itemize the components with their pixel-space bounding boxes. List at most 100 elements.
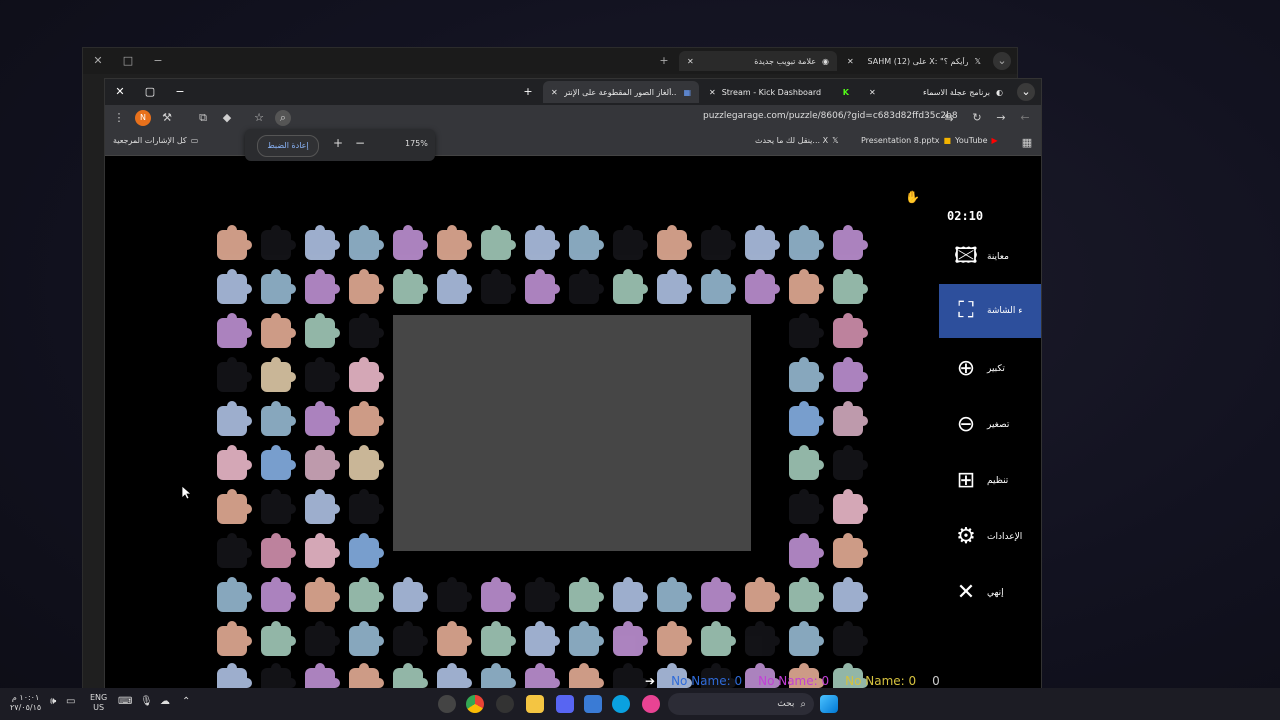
puzzle-piece[interactable] <box>789 357 824 392</box>
chrome-icon[interactable] <box>466 695 484 713</box>
monitor-icon[interactable]: ▭ <box>66 696 75 707</box>
puzzle-piece[interactable] <box>261 577 296 612</box>
puzzle-piece[interactable] <box>525 663 560 689</box>
keyboard-icon[interactable]: ⌨ <box>118 696 132 707</box>
tab-search-icon[interactable]: ⌄ <box>993 52 1011 70</box>
puzzle-piece[interactable] <box>789 269 824 304</box>
puzzle-piece[interactable] <box>349 225 384 260</box>
puzzle-piece[interactable] <box>261 401 296 436</box>
back-icon[interactable]: → <box>993 110 1009 126</box>
puzzle-piece[interactable] <box>789 445 824 480</box>
puzzle-piece[interactable] <box>305 269 340 304</box>
puzzle-piece[interactable] <box>745 577 780 612</box>
puzzle-piece[interactable] <box>437 269 472 304</box>
puzzle-piece[interactable] <box>305 401 340 436</box>
puzzle-piece[interactable] <box>305 313 340 348</box>
diamond-icon[interactable]: ◆ <box>219 110 235 126</box>
zoom-reset-button[interactable]: إعادة الضبط <box>257 135 319 157</box>
reload-icon[interactable]: ↻ <box>969 110 985 126</box>
puzzle-piece[interactable] <box>349 445 384 480</box>
puzzle-piece[interactable] <box>833 577 868 612</box>
app-icon[interactable] <box>496 695 514 713</box>
settings-button[interactable]: ⚙ الإعدادات <box>939 510 1041 564</box>
puzzle-piece[interactable] <box>217 401 252 436</box>
puzzle-piece[interactable] <box>217 663 252 689</box>
puzzle-piece[interactable] <box>261 533 296 568</box>
store-icon[interactable] <box>584 695 602 713</box>
taskbar-search[interactable]: بحث ⌕ <box>668 693 814 715</box>
puzzle-piece[interactable] <box>349 533 384 568</box>
puzzle-piece[interactable] <box>789 489 824 524</box>
puzzle-piece[interactable] <box>481 577 516 612</box>
cloud-icon[interactable]: ☁ <box>160 696 170 707</box>
puzzle-piece[interactable] <box>261 489 296 524</box>
apps-grid-icon[interactable]: ▦ <box>1019 135 1035 151</box>
puzzle-board[interactable] <box>393 315 751 551</box>
puzzle-piece[interactable] <box>217 445 252 480</box>
puzzle-piece[interactable] <box>701 577 736 612</box>
zoom-out-button[interactable]: ⊖ تصغير <box>939 398 1041 452</box>
puzzle-piece[interactable] <box>525 621 560 656</box>
puzzle-piece[interactable] <box>217 533 252 568</box>
puzzle-piece[interactable] <box>261 357 296 392</box>
fullscreen-button[interactable]: ⛶ ء الشاشة <box>939 284 1041 338</box>
puzzle-piece[interactable] <box>789 313 824 348</box>
bookmark-presentation[interactable]: Presentation 8.pptx ■ <box>861 136 951 145</box>
puzzle-piece[interactable] <box>789 401 824 436</box>
start-icon[interactable] <box>820 695 838 713</box>
puzzle-piece[interactable] <box>745 225 780 260</box>
tab-name-wheel[interactable]: ✕ برنامج عجلة الاسماء ◐ <box>861 81 1011 103</box>
mic-icon[interactable]: 🎙 <box>140 696 153 707</box>
puzzle-piece[interactable] <box>217 577 252 612</box>
address-bar[interactable]: puzzlegarage.com/puzzle/8606/?gid=c683d8… <box>703 111 958 121</box>
volume-icon[interactable]: 🕪 <box>50 696 56 707</box>
close-tab-icon[interactable]: ✕ <box>551 88 558 97</box>
close-tab-icon[interactable]: ✕ <box>709 88 716 97</box>
puzzle-page[interactable]: 02:10 ✋ 🖾 معاينة ⛶ ء الشاشة ⊕ تكبير ⊖ تص… <box>105 156 1041 689</box>
puzzle-piece[interactable] <box>261 313 296 348</box>
chevron-up-icon[interactable]: ⌃ <box>182 696 190 707</box>
zoom-in-button[interactable]: ⊕ تكبير <box>939 342 1041 396</box>
puzzle-piece[interactable] <box>789 577 824 612</box>
maximize-icon[interactable]: □ <box>119 52 137 70</box>
puzzle-piece[interactable] <box>657 577 692 612</box>
close-tab-icon[interactable]: ✕ <box>687 57 694 66</box>
puzzle-piece[interactable] <box>437 621 472 656</box>
all-bookmarks[interactable]: كل الإشارات المرجعية ▭ <box>113 136 198 145</box>
puzzle-piece[interactable] <box>349 357 384 392</box>
minimize-icon[interactable]: − <box>149 52 167 70</box>
minimize-icon[interactable]: − <box>171 83 189 101</box>
puzzle-piece[interactable] <box>261 445 296 480</box>
puzzle-piece[interactable] <box>833 445 868 480</box>
forward-icon[interactable]: ← <box>1017 110 1033 126</box>
puzzle-piece[interactable] <box>833 357 868 392</box>
maximize-icon[interactable]: ▢ <box>141 83 159 101</box>
back-tab-x[interactable]: ✕ SAHM (12) على X: "رأيكم ؟ 𝕏 <box>839 51 989 71</box>
puzzle-piece[interactable] <box>393 225 428 260</box>
puzzle-piece[interactable] <box>833 533 868 568</box>
preview-button[interactable]: 🖾 معاينة <box>939 230 1041 284</box>
puzzle-piece[interactable] <box>481 663 516 689</box>
puzzle-piece[interactable] <box>217 489 252 524</box>
zoom-plus-button[interactable]: + <box>333 136 343 150</box>
app-icon[interactable] <box>438 695 456 713</box>
extension-icon[interactable]: ⚒ <box>159 110 175 126</box>
puzzle-piece[interactable] <box>569 663 604 689</box>
profile-avatar[interactable]: N <box>135 110 151 126</box>
puzzle-piece[interactable] <box>613 269 648 304</box>
puzzle-piece[interactable] <box>833 225 868 260</box>
bookmark-star-icon[interactable]: ☆ <box>251 110 267 126</box>
zoom-indicator-icon[interactable]: ⌕ <box>275 110 291 126</box>
puzzle-piece[interactable] <box>305 225 340 260</box>
puzzle-piece[interactable] <box>305 445 340 480</box>
close-window-icon[interactable]: ✕ <box>89 52 107 70</box>
puzzle-piece[interactable] <box>569 269 604 304</box>
puzzle-piece[interactable] <box>657 621 692 656</box>
puzzle-piece[interactable] <box>745 269 780 304</box>
puzzle-piece[interactable] <box>349 489 384 524</box>
puzzle-piece[interactable] <box>525 577 560 612</box>
puzzle-piece[interactable] <box>349 577 384 612</box>
puzzle-piece[interactable] <box>833 489 868 524</box>
puzzle-piece[interactable] <box>613 621 648 656</box>
puzzle-piece[interactable] <box>833 401 868 436</box>
